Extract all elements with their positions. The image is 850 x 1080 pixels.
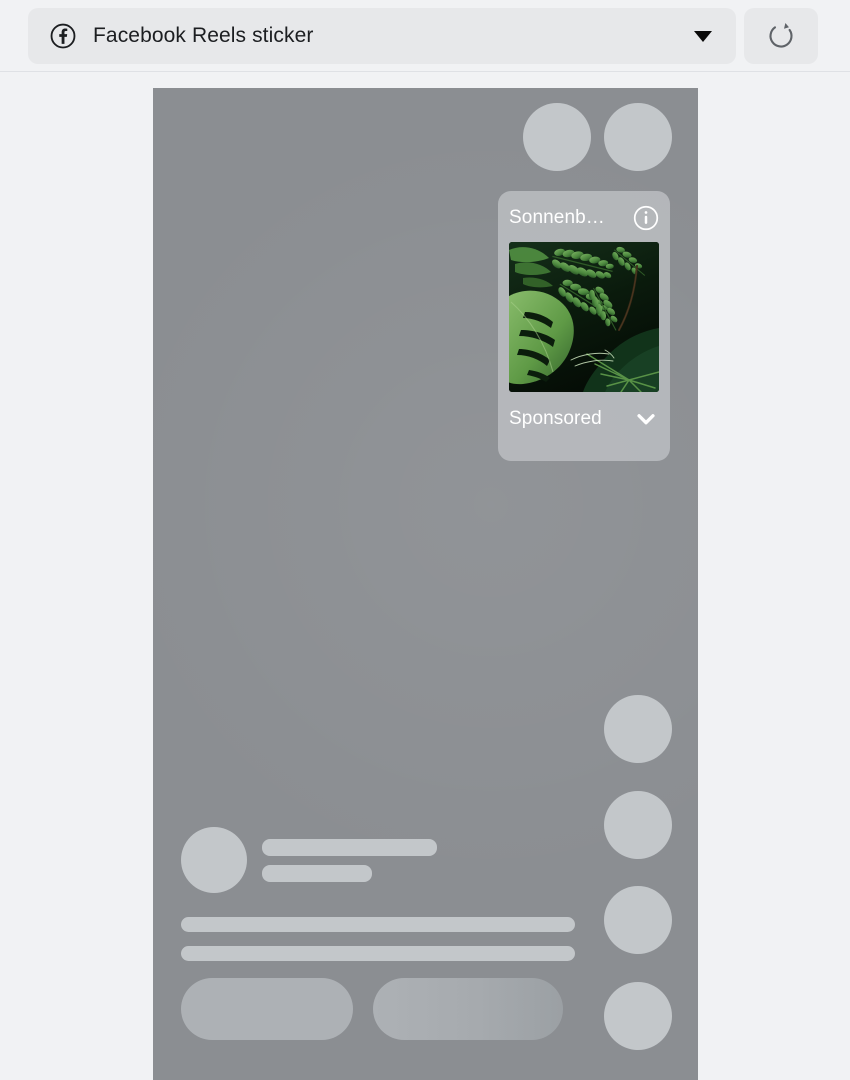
caption-line-placeholder: [181, 946, 575, 961]
cta-pill-placeholder: [181, 978, 353, 1040]
facebook-icon: [50, 23, 76, 49]
avatar-placeholder: [181, 827, 247, 893]
rail-circle-2-placeholder: [604, 791, 672, 859]
cta-pill-placeholder: [373, 978, 563, 1040]
rail-circle-4-placeholder: [604, 982, 672, 1050]
sticker-footer[interactable]: Sponsored: [509, 400, 659, 438]
sponsored-sticker-card[interactable]: Sonnenb… Sponsored: [498, 191, 670, 461]
caption-line-placeholder: [181, 917, 575, 932]
refresh-icon: [769, 23, 793, 48]
reels-preview-canvas: Sonnenb… Sponsored: [153, 88, 698, 1080]
sticker-sponsored-label: Sponsored: [509, 408, 602, 429]
rail-circle-1-placeholder: [604, 695, 672, 763]
top-circle-2-placeholder: [604, 103, 672, 171]
sticker-type-selector[interactable]: Facebook Reels sticker: [28, 8, 736, 64]
sticker-header: Sonnenb…: [509, 203, 659, 233]
sticker-advertiser-name: Sonnenb…: [509, 207, 605, 228]
info-icon[interactable]: [633, 205, 659, 231]
refresh-button[interactable]: [744, 8, 818, 64]
sticker-media-image: [509, 242, 659, 392]
handle-placeholder: [262, 865, 372, 882]
top-circle-1-placeholder: [523, 103, 591, 171]
tropical-foliage-photo: [509, 242, 659, 392]
name-placeholder: [262, 839, 437, 856]
chevron-down-icon[interactable]: [633, 406, 659, 432]
rail-circle-3-placeholder: [604, 886, 672, 954]
sticker-type-label: Facebook Reels sticker: [93, 24, 314, 47]
chevron-down-icon[interactable]: [694, 30, 712, 42]
toolbar: Facebook Reels sticker: [0, 0, 850, 72]
